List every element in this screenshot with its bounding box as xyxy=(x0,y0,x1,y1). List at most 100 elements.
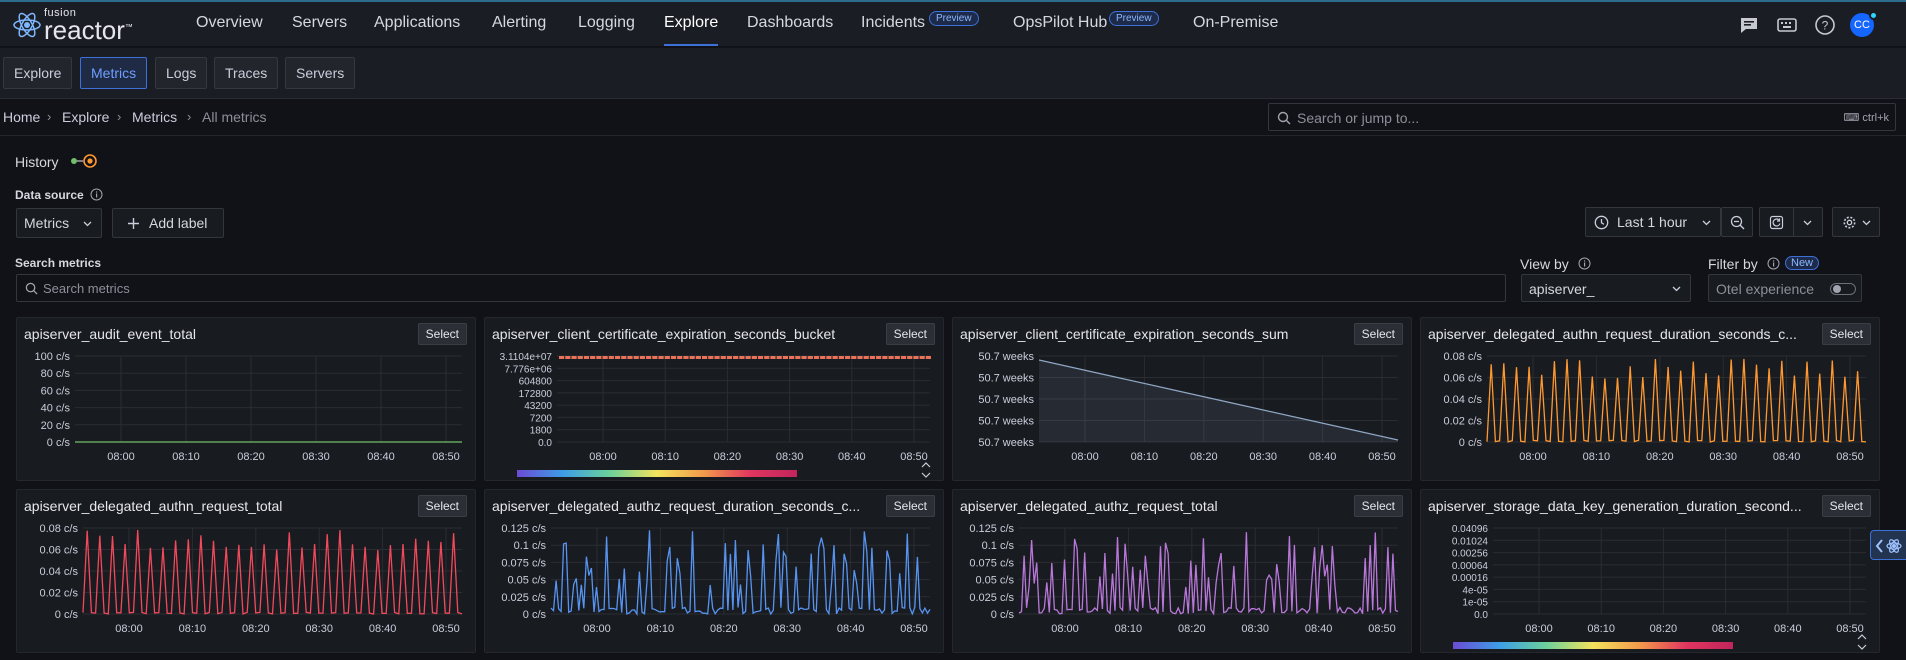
chevron-down-icon[interactable] xyxy=(1803,220,1812,226)
x-tick-label: 08:00 xyxy=(115,623,143,635)
atom-chevron-icon xyxy=(1875,539,1902,553)
metric-panel: apiserver_audit_event_total Select 100 c… xyxy=(16,317,476,481)
y-tick-label: 0.05 c/s xyxy=(507,575,546,587)
assistant-side-tab[interactable] xyxy=(1870,530,1906,560)
select-button[interactable]: Select xyxy=(885,495,935,517)
nav-on-premise[interactable]: On-Premise xyxy=(1193,14,1278,32)
nav-opspilot-hub[interactable]: OpsPilot Hub xyxy=(1013,14,1107,32)
x-tick-label: 08:10 xyxy=(1131,451,1159,463)
x-tick-label: 08:10 xyxy=(179,623,207,635)
select-button[interactable]: Select xyxy=(1821,495,1871,517)
subnav-servers[interactable]: Servers xyxy=(285,57,356,89)
heatmap-cell xyxy=(583,356,590,359)
heatmap-cell xyxy=(857,356,863,359)
otel-experience-toggle[interactable]: Otel experience xyxy=(1708,274,1862,302)
select-button[interactable]: Select xyxy=(885,323,935,345)
heatmap-cell xyxy=(900,356,907,359)
heatmap-cell xyxy=(708,356,714,359)
search-shortcut: ⌨ ctrl+k xyxy=(1843,111,1889,124)
nav-applications[interactable]: Applications xyxy=(374,14,460,32)
x-tick-label: 08:50 xyxy=(1368,451,1396,463)
chart: 0.125 c/s 0.1 c/s 0.075 c/s 0.05 c/s 0.025 c… xyxy=(969,523,1399,635)
x-tick-label: 08:30 xyxy=(1712,623,1740,635)
x-tick-label: 08:40 xyxy=(369,623,397,635)
heatmap-cell xyxy=(869,356,876,359)
y-tick-label: 100 c/s xyxy=(35,351,71,363)
heatmap-cell xyxy=(813,356,820,359)
y-tick-label: 4e-05 xyxy=(1462,585,1488,596)
breadcrumb-explore[interactable]: Explore xyxy=(62,109,109,125)
nav-incidents[interactable]: Incidents xyxy=(861,14,925,32)
subnav-logs[interactable]: Logs xyxy=(155,57,208,89)
search-shortcut-text: ctrl+k xyxy=(1862,112,1889,124)
zoom-out-button[interactable] xyxy=(1721,207,1753,237)
heatmap-cell xyxy=(577,356,583,359)
nav-explore[interactable]: Explore xyxy=(664,14,719,46)
y-tick-label: 0.025 c/s xyxy=(969,592,1014,604)
chart: 3.1104e+077.776e+06 604800172800432007200… xyxy=(500,352,931,478)
y-tick-label: 0 c/s xyxy=(55,609,79,621)
y-tick-label: 1e-05 xyxy=(1462,598,1488,609)
breadcrumb-home[interactable]: Home xyxy=(3,109,40,125)
select-button[interactable]: Select xyxy=(417,323,467,345)
x-tick-label: 08:50 xyxy=(1368,623,1396,635)
chat-icon[interactable] xyxy=(1738,14,1760,36)
chevron-down-icon xyxy=(1862,220,1871,226)
atom-logo-icon xyxy=(13,12,41,38)
y-tick-label: 80 c/s xyxy=(41,368,71,380)
time-range-picker[interactable]: Last 1 hour xyxy=(1585,207,1721,237)
metric-panel: apiserver_storage_data_key_generation_du… xyxy=(1420,489,1880,653)
history-toggle-icon[interactable] xyxy=(69,153,99,169)
keyboard-shortcut-icon: ⌨ xyxy=(1843,112,1863,124)
subnav-traces[interactable]: Traces xyxy=(214,57,279,89)
heatmap-cell xyxy=(907,356,913,359)
view-by-select[interactable]: apiserver_ xyxy=(1521,274,1691,302)
nav-dashboards[interactable]: Dashboards xyxy=(747,14,833,32)
y-tick-label: 0.1 c/s xyxy=(982,540,1015,552)
y-tick-label: 50.7 weeks xyxy=(978,416,1034,428)
nav-servers[interactable]: Servers xyxy=(292,14,347,32)
subnav-metrics[interactable]: Metrics xyxy=(80,57,148,89)
x-tick-label: 08:30 xyxy=(1241,623,1269,635)
search-icon xyxy=(1277,111,1291,125)
x-tick-label: 08:30 xyxy=(773,623,801,635)
panel-title: apiserver_delegated_authz_request_durati… xyxy=(492,498,861,514)
heatmap-cell xyxy=(559,356,565,359)
top-navigation: fusion reactor™ Overview Servers Applica… xyxy=(0,0,1906,46)
nav-overview[interactable]: Overview xyxy=(196,14,263,32)
nav-logging[interactable]: Logging xyxy=(578,14,635,32)
nav-alerting[interactable]: Alerting xyxy=(492,14,546,32)
select-button[interactable]: Select xyxy=(1821,323,1871,345)
fusionreactor-logo[interactable]: fusion reactor™ xyxy=(12,5,152,45)
subnav-explore[interactable]: Explore xyxy=(3,57,73,89)
heatmap-cell xyxy=(745,356,751,359)
select-button[interactable]: Select xyxy=(1353,495,1403,517)
heatmap-cell xyxy=(832,356,838,359)
zoom-out-icon xyxy=(1730,215,1745,230)
search-metrics-input[interactable]: Search metrics xyxy=(16,274,1506,302)
y-tick-label: 7.776e+06 xyxy=(504,364,552,375)
user-avatar[interactable]: CC xyxy=(1850,11,1878,37)
toggle-switch[interactable] xyxy=(1830,283,1856,295)
y-tick-label: 0.125 c/s xyxy=(501,523,546,535)
breadcrumb-separator: › xyxy=(117,109,122,124)
y-tick-label: 50.7 weeks xyxy=(978,351,1034,363)
x-tick-label: 08:10 xyxy=(172,451,200,463)
refresh-button[interactable] xyxy=(1759,207,1823,237)
settings-button[interactable] xyxy=(1832,207,1880,237)
search-jump-input[interactable]: Search or jump to... ⌨ ctrl+k xyxy=(1268,103,1896,131)
data-source-select[interactable]: Metrics xyxy=(16,208,102,238)
x-tick-label: 08:20 xyxy=(714,451,742,463)
help-icon[interactable]: ? xyxy=(1814,14,1836,36)
y-tick-label: 0.125 c/s xyxy=(969,523,1014,535)
keyboard-icon[interactable] xyxy=(1776,14,1798,36)
add-label-button[interactable]: Add label xyxy=(112,208,224,238)
color-scale xyxy=(1453,642,1733,649)
heatmap-cell xyxy=(888,356,894,359)
select-button[interactable]: Select xyxy=(1353,323,1403,345)
y-tick-label: 0.00256 xyxy=(1452,549,1489,560)
incidents-preview-badge: Preview xyxy=(929,11,979,26)
chart: 100 c/s 80 c/s 60 c/s 40 c/s 20 c/s 0 c/s 08:0… xyxy=(35,351,462,463)
select-button[interactable]: Select xyxy=(417,495,467,517)
breadcrumb-metrics[interactable]: Metrics xyxy=(132,109,177,125)
